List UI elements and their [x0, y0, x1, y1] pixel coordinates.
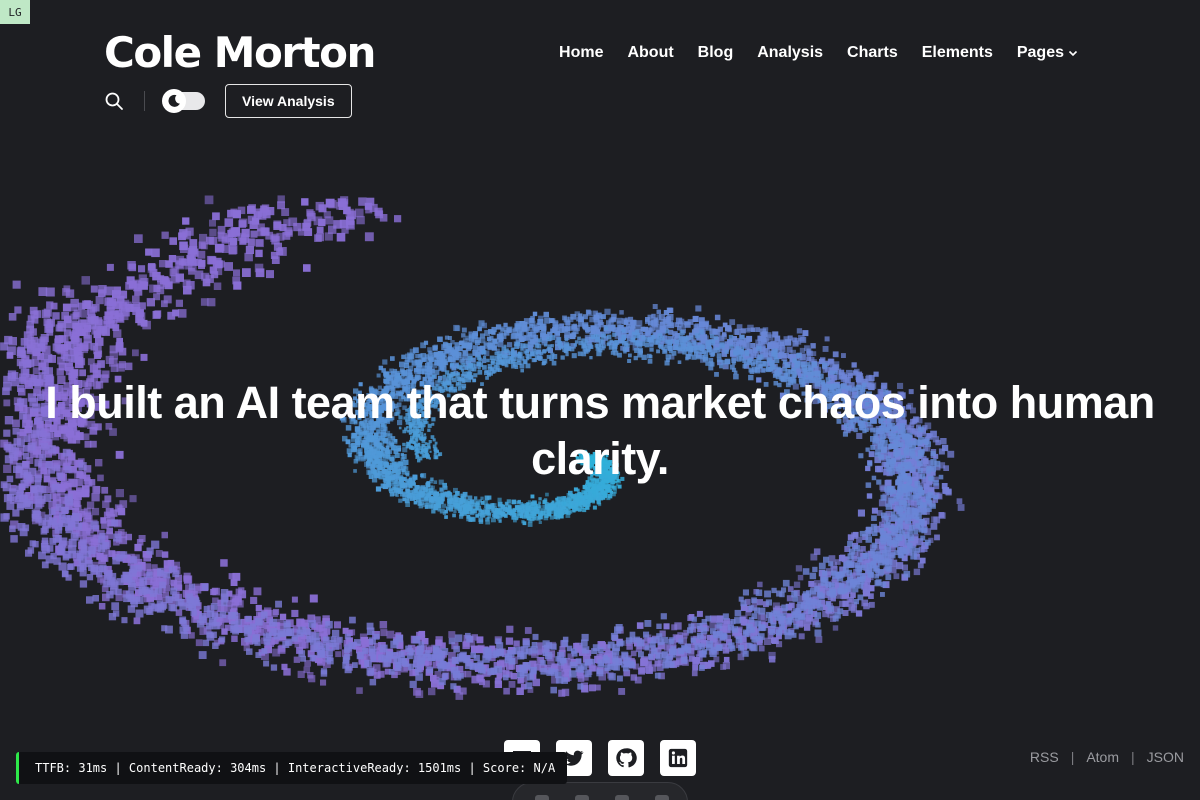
breakpoint-badge: LG: [0, 0, 30, 24]
page: LG Cole Morton Home About Blog Analysis …: [0, 0, 1200, 800]
nav-item-label: Charts: [847, 44, 898, 61]
separator: |: [1070, 749, 1075, 765]
performance-metrics-bar: TTFB: 31ms | ContentReady: 304ms | Inter…: [16, 752, 568, 784]
nav-item-elements[interactable]: Elements: [922, 42, 993, 64]
linkedin-icon[interactable]: [660, 740, 696, 776]
theme-toggle[interactable]: [162, 88, 205, 113]
nav-item-charts[interactable]: Charts: [847, 42, 898, 64]
dev-toolbar-icon[interactable]: [655, 795, 669, 800]
nav-item-label: Elements: [921, 44, 993, 61]
site-logo[interactable]: Cole Morton: [104, 28, 376, 78]
toggle-knob: [162, 88, 186, 113]
dev-toolbar-icon[interactable]: [575, 795, 589, 800]
moon-icon: [168, 94, 180, 107]
dev-toolbar: [512, 782, 688, 800]
rss-link[interactable]: RSS: [1030, 749, 1059, 765]
header-tools: View Analysis: [104, 83, 352, 118]
nav-item-label: Pages: [1016, 44, 1064, 61]
nav-item-home[interactable]: Home: [559, 42, 603, 64]
view-analysis-button[interactable]: View Analysis: [225, 83, 352, 118]
search-icon[interactable]: [104, 91, 124, 111]
nav-item-blog[interactable]: Blog: [698, 42, 734, 64]
dev-toolbar-icon[interactable]: [535, 795, 549, 800]
nav-item-analysis[interactable]: Analysis: [757, 42, 823, 64]
nav-item-label: Home: [559, 44, 604, 61]
separator: |: [1131, 749, 1135, 765]
json-link[interactable]: JSON: [1147, 749, 1184, 765]
divider: [144, 90, 145, 111]
nav-item-label: Analysis: [757, 44, 824, 61]
dev-toolbar-icon[interactable]: [615, 795, 629, 800]
chevron-down-icon: [1068, 50, 1078, 57]
nav-item-label: Blog: [697, 44, 734, 61]
github-icon[interactable]: [608, 740, 644, 776]
hero-title: I built an AI team that turns market cha…: [45, 377, 1155, 484]
feed-links: RSS | Atom | JSON: [1030, 749, 1184, 765]
main-nav: Home About Blog Analysis Charts Elements…: [559, 42, 1078, 64]
nav-item-pages[interactable]: Pages: [1017, 42, 1078, 64]
nav-item-about[interactable]: About: [627, 42, 673, 64]
nav-item-label: About: [627, 44, 674, 61]
atom-link[interactable]: Atom: [1086, 749, 1119, 765]
